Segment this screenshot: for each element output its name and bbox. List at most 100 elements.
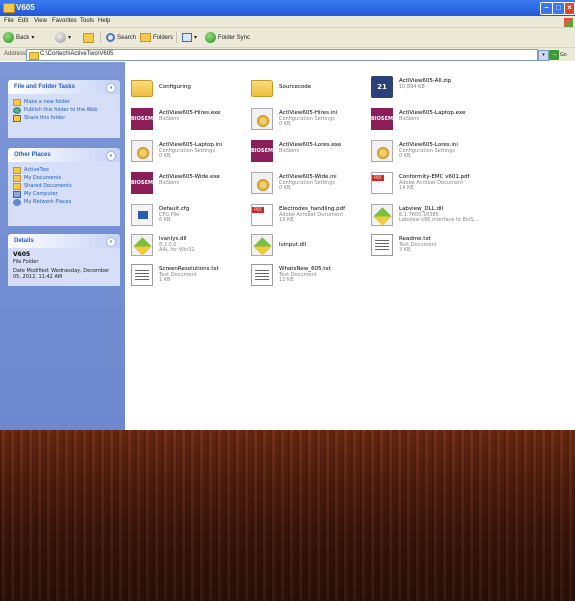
address-dropdown-button[interactable]: ▾ [538, 50, 549, 61]
file-item[interactable]: lvanlys.dll 8.2.0.0 AAL for Win32 [131, 234, 249, 260]
config-settings-icon [371, 140, 393, 162]
toolbar: Back ▾ ▾ Search Folders ▾ Folder Sync [0, 28, 575, 48]
file-item[interactable]: ActiView605-Laptop.ini Configuration Sett… [131, 140, 249, 166]
pdf-icon: PDF [371, 172, 393, 194]
forward-button[interactable]: ▾ [55, 31, 71, 44]
config-settings-icon [251, 108, 273, 130]
folders-icon [140, 33, 151, 42]
file-item[interactable]: PDF Conformity-EMC v601.pdf Adobe Acrobat … [371, 172, 489, 198]
explorer-window: V605 – □ × File Edit View Favorites Tool… [0, 0, 575, 430]
menu-favorites[interactable]: Favorites [52, 18, 77, 24]
file-item[interactable]: Default.cfg CFG File 6 KB [131, 204, 249, 230]
documents-folder-icon [13, 175, 21, 182]
biosemi-icon: BIOSEMI [131, 172, 155, 194]
windows-logo-icon [564, 18, 573, 27]
collapse-icon[interactable]: « [106, 83, 116, 93]
address-input[interactable]: C:\Cortech\ActiveTwo\V605 [26, 49, 538, 61]
file-item[interactable]: Sourcecode [251, 76, 369, 102]
up-folder-button[interactable] [83, 31, 94, 44]
menu-edit[interactable]: Edit [18, 18, 28, 24]
text-file-icon [251, 264, 273, 286]
file-list: Configuring Sourcecode 21 ActiView605-All… [125, 62, 575, 430]
dll-icon [371, 204, 393, 226]
dll-icon [131, 234, 153, 256]
place-my-documents[interactable]: My Documents [13, 175, 115, 182]
panel-header[interactable]: File and Folder Tasks « [8, 80, 120, 94]
file-item[interactable]: ActiView605-Wide.ini Configuration Settin… [251, 172, 369, 198]
up-folder-icon [83, 32, 94, 43]
file-item[interactable]: ActiView605-Lores.ini Configuration Setti… [371, 140, 489, 166]
file-item[interactable]: Readme.txt Text Document 3 KB [371, 234, 489, 260]
menu-tools[interactable]: Tools [80, 18, 94, 24]
close-button[interactable]: × [564, 2, 575, 15]
collapse-icon[interactable]: « [106, 237, 116, 247]
place-my-computer[interactable]: My Computer [13, 191, 115, 198]
file-item[interactable]: BIOSEMI ActiView605-Wide.exe BioSemi [131, 172, 249, 198]
file-item[interactable]: lvinput.dll [251, 234, 369, 260]
chevron-down-icon: ▾ [194, 35, 198, 41]
folder-icon [251, 80, 273, 97]
search-icon [106, 33, 115, 42]
search-button[interactable]: Search [106, 31, 136, 44]
file-item[interactable]: WhatsNew_605.txt Text Document 12 KB [251, 264, 369, 290]
file-item[interactable]: PDF Electrodes_handling.pdf Adobe Acrobat … [251, 204, 369, 230]
globe-icon [13, 107, 21, 114]
file-item[interactable]: BIOSEMI ActiView605-Laptop.exe BioSemi [371, 108, 489, 134]
panel-header[interactable]: Other Places « [8, 148, 120, 162]
title-bar[interactable]: V605 – □ × [0, 0, 575, 16]
details-panel: Details « V605 File Folder Date Modified… [8, 234, 120, 286]
menu-file[interactable]: File [4, 18, 14, 24]
folder-icon [3, 3, 15, 13]
address-bar: Address C:\Cortech\ActiveTwo\V605 ▾ → Go [0, 48, 575, 61]
views-button[interactable]: ▾ [182, 31, 197, 44]
publish-folder-link[interactable]: Publish this folder to the Web [13, 107, 115, 114]
text-file-icon [371, 234, 393, 256]
folders-button[interactable]: Folders [140, 31, 173, 44]
collapse-icon[interactable]: « [106, 151, 116, 161]
biosemi-icon: BIOSEMI [251, 140, 275, 162]
config-settings-icon [131, 140, 153, 162]
file-item[interactable]: ScreenResolutions.txt Text Document 1 KB [131, 264, 249, 290]
folder-sync-button[interactable]: Folder Sync [205, 31, 250, 44]
file-item[interactable]: BIOSEMI ActiView605-Hires.exe BioSemi [131, 108, 249, 134]
back-button[interactable]: Back ▾ [3, 31, 34, 44]
file-folder-tasks-panel: File and Folder Tasks « Make a new folde… [8, 80, 120, 138]
panel-header[interactable]: Details « [8, 234, 120, 248]
file-item[interactable]: BIOSEMI ActiView605-Lores.exe BioSemi [251, 140, 369, 166]
task-pane: File and Folder Tasks « Make a new folde… [0, 62, 125, 430]
desktop-wallpaper [0, 430, 575, 601]
cfg-file-icon [131, 204, 153, 226]
menu-help[interactable]: Help [98, 18, 110, 24]
go-button[interactable]: → Go [549, 49, 573, 60]
biosemi-icon: BIOSEMI [131, 108, 155, 130]
toolbar-divider [100, 32, 101, 43]
file-item[interactable]: Labview_DLL.dll 6.1.7600.16385 Labview x86… [371, 204, 489, 230]
place-my-network-places[interactable]: My Network Places [13, 199, 115, 206]
back-arrow-icon [3, 32, 14, 43]
chevron-down-icon: ▾ [31, 35, 35, 41]
menu-bar: File Edit View Favorites Tools Help [0, 16, 575, 28]
toolbar-divider [176, 32, 177, 43]
details-modified: Date Modified: Wednesday, December 05, 2… [13, 268, 110, 280]
go-arrow-icon: → [549, 49, 559, 60]
shared-folder-icon [13, 183, 21, 190]
place-activetwo[interactable]: ActiveTwo [13, 167, 115, 174]
place-shared-documents[interactable]: Shared Documents [13, 183, 115, 190]
address-path: C:\Cortech\ActiveTwo\V605 [40, 51, 114, 57]
forward-arrow-icon [55, 32, 66, 43]
computer-icon [13, 191, 21, 198]
file-item[interactable]: 21 ActiView605-All.zip 10,894 KB [371, 76, 489, 102]
make-new-folder-link[interactable]: Make a new folder [13, 99, 115, 106]
file-item[interactable]: Configuring [131, 76, 249, 102]
folder-icon [13, 167, 21, 174]
details-name: V605 [13, 251, 31, 258]
file-item[interactable]: ActiView605-Hires.ini Configuration Setti… [251, 108, 369, 134]
menu-view[interactable]: View [34, 18, 47, 24]
details-type: File Folder [13, 259, 39, 265]
share-folder-link[interactable]: Share this folder [13, 115, 115, 122]
config-settings-icon [251, 172, 273, 194]
pdf-icon: PDF [251, 204, 273, 226]
views-icon [182, 33, 192, 42]
share-folder-icon [13, 115, 21, 122]
text-file-icon [131, 264, 153, 286]
